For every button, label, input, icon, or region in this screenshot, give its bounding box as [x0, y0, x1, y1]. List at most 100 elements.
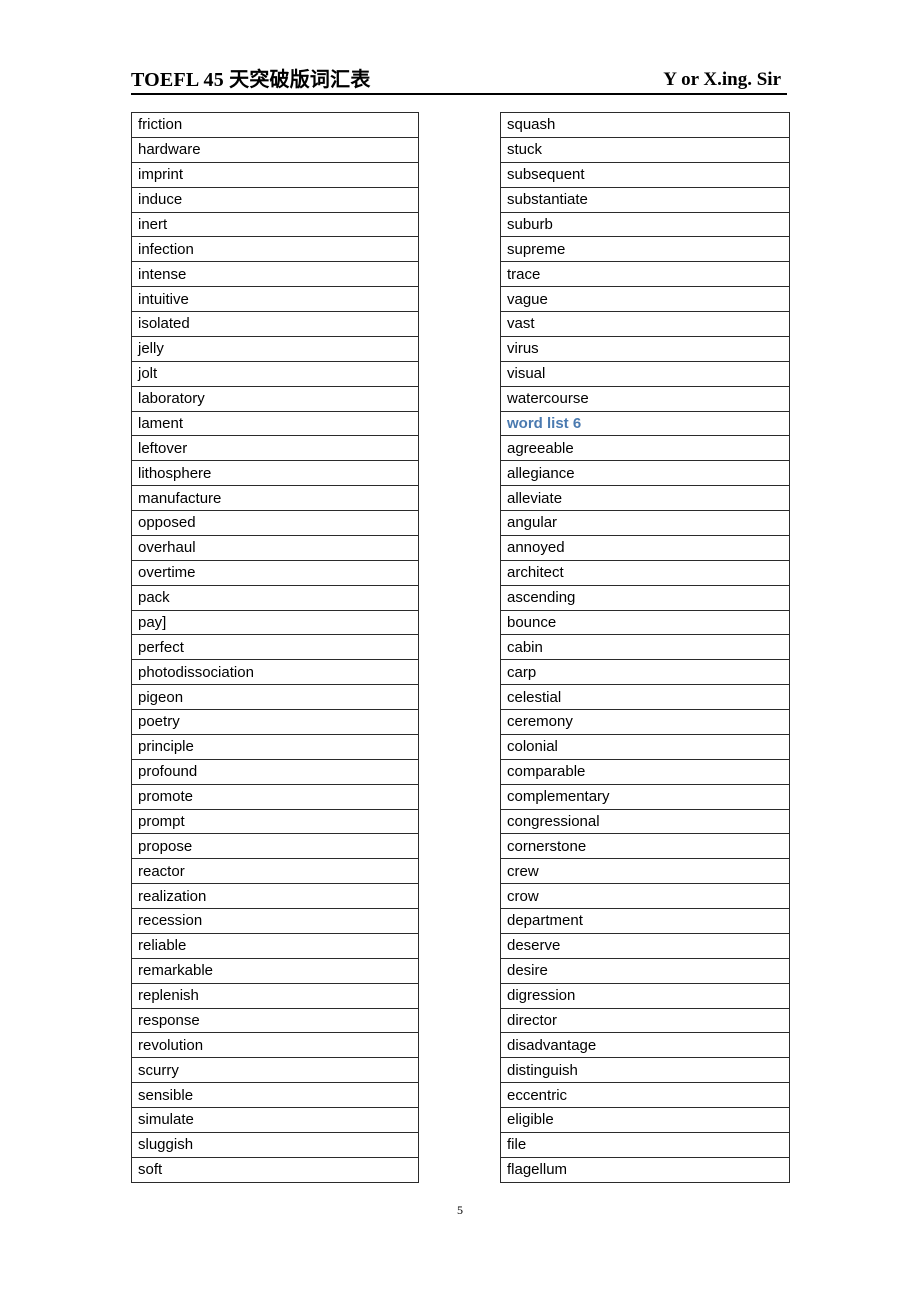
vocabulary-term: photodissociation: [138, 663, 254, 681]
section-label: word list 6: [507, 414, 582, 432]
vocabulary-row: response: [132, 1009, 418, 1034]
vocabulary-term: colonial: [507, 738, 558, 756]
vocabulary-term: crew: [507, 862, 539, 880]
vocabulary-term: substantiate: [507, 191, 588, 209]
vocabulary-term: overtime: [138, 564, 196, 582]
vocabulary-term: subsequent: [507, 166, 585, 184]
vocabulary-term: jelly: [138, 340, 164, 358]
vocabulary-term: scurry: [138, 1061, 179, 1079]
vocabulary-row: simulate: [132, 1108, 418, 1133]
vocabulary-row: photodissociation: [132, 660, 418, 686]
vocabulary-row: lithosphere: [132, 461, 418, 487]
vocabulary-row: pay]: [132, 611, 418, 636]
vocabulary-row: scurry: [132, 1058, 418, 1084]
vocabulary-row: reactor: [132, 859, 418, 885]
vocabulary-term: vague: [507, 290, 548, 308]
vocabulary-term: pack: [138, 589, 170, 607]
vocabulary-term: reliable: [138, 937, 187, 955]
vocabulary-term: recession: [138, 912, 203, 930]
vocabulary-row: cabin: [501, 635, 789, 661]
vocabulary-term: supreme: [507, 240, 566, 258]
vocabulary-term: cornerstone: [507, 837, 587, 855]
vocabulary-term: induce: [138, 191, 183, 209]
vocabulary-row: propose: [132, 834, 418, 860]
vocabulary-row: alleviate: [501, 486, 789, 511]
vocabulary-row: inert: [132, 213, 418, 238]
vocabulary-row: profound: [132, 760, 418, 785]
vocabulary-term: congressional: [507, 812, 600, 830]
vocabulary-term: propose: [138, 837, 193, 855]
vocabulary-term: poetry: [138, 713, 180, 731]
vocabulary-row: intuitive: [132, 287, 418, 312]
vocabulary-term: director: [507, 1011, 558, 1029]
vocabulary-term: bounce: [507, 613, 557, 631]
vocabulary-row: principle: [132, 735, 418, 760]
vocabulary-term: flagellum: [507, 1161, 568, 1179]
vocabulary-row: isolated: [132, 312, 418, 337]
vocabulary-row: jelly: [132, 337, 418, 362]
vocabulary-row: distinguish: [501, 1058, 789, 1084]
vocabulary-row: recession: [132, 909, 418, 934]
vocabulary-term: agreeable: [507, 439, 574, 457]
vocabulary-row: supreme: [501, 237, 789, 263]
vocabulary-term: intense: [138, 265, 187, 283]
vocabulary-term: remarkable: [138, 962, 214, 980]
vocabulary-term: infection: [138, 240, 194, 258]
vocabulary-term: jolt: [138, 365, 158, 383]
vocabulary-term: disadvantage: [507, 1036, 597, 1054]
vocabulary-row: poetry: [132, 710, 418, 735]
vocabulary-row: complementary: [501, 785, 789, 810]
vocabulary-row: pigeon: [132, 685, 418, 710]
vocabulary-term: celestial: [507, 688, 562, 706]
vocabulary-term: replenish: [138, 987, 199, 1005]
vocabulary-row: revolution: [132, 1033, 418, 1059]
vocabulary-row: suburb: [501, 213, 789, 238]
vocabulary-term: pigeon: [138, 688, 184, 706]
vocabulary-row: carp: [501, 660, 789, 686]
vocabulary-row: squash: [501, 113, 789, 138]
vocabulary-term: distinguish: [507, 1061, 578, 1079]
vocabulary-term: suburb: [507, 215, 553, 233]
vocabulary-row: substantiate: [501, 188, 789, 213]
running-header: TOEFL 45 天突破版词汇表 Y or X.ing. Sir: [131, 60, 787, 92]
vocabulary-term: intuitive: [138, 290, 189, 308]
vocabulary-term: eligible: [507, 1111, 554, 1129]
vocabulary-term: opposed: [138, 514, 196, 532]
vocabulary-row: cornerstone: [501, 834, 789, 860]
vocabulary-term: file: [507, 1136, 527, 1154]
vocabulary-row: induce: [132, 188, 418, 213]
vocabulary-term: lament: [138, 414, 184, 432]
vocabulary-term: perfect: [138, 638, 184, 656]
vocabulary-term: crow: [507, 887, 539, 905]
vocabulary-row: file: [501, 1133, 789, 1158]
vocabulary-row: leftover: [132, 436, 418, 462]
vocabulary-term: revolution: [138, 1036, 204, 1054]
vocabulary-row: overtime: [132, 561, 418, 586]
vocabulary-row: promote: [132, 785, 418, 810]
vocabulary-row: ceremony: [501, 710, 789, 735]
vocabulary-row: eligible: [501, 1108, 789, 1133]
vocabulary-row: deserve: [501, 934, 789, 959]
vocabulary-term: overhaul: [138, 539, 196, 557]
vocabulary-row: comparable: [501, 760, 789, 785]
vocabulary-term: pay]: [138, 613, 167, 631]
vocabulary-row: angular: [501, 511, 789, 536]
vocabulary-term: manufacture: [138, 489, 222, 507]
vocabulary-page: TOEFL 45 天突破版词汇表 Y or X.ing. Sir frictio…: [0, 0, 920, 1302]
vocabulary-row: trace: [501, 262, 789, 288]
vocabulary-term: squash: [507, 116, 556, 134]
vocabulary-row: stuck: [501, 138, 789, 163]
vocabulary-row: ascending: [501, 586, 789, 611]
vocabulary-row: colonial: [501, 735, 789, 760]
vocabulary-term: stuck: [507, 141, 543, 159]
vocabulary-row: agreeable: [501, 436, 789, 462]
vocabulary-term: visual: [507, 365, 546, 383]
vocabulary-row: allegiance: [501, 461, 789, 487]
vocabulary-row: opposed: [132, 511, 418, 536]
vocabulary-term: ceremony: [507, 713, 573, 731]
vocabulary-term: simulate: [138, 1111, 194, 1129]
vocabulary-term: annoyed: [507, 539, 565, 557]
vocabulary-term: cabin: [507, 638, 543, 656]
vocabulary-term: eccentric: [507, 1086, 568, 1104]
vocabulary-term: soft: [138, 1161, 163, 1179]
